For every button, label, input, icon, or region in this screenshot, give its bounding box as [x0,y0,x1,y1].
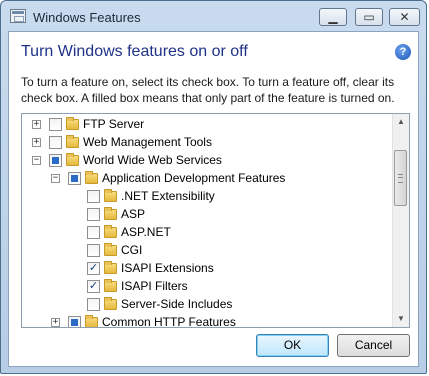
tree-item-label: ASP [121,207,146,221]
tree-item-label: ASP.NET [121,225,171,239]
feature-checkbox[interactable] [87,298,100,311]
ok-button[interactable]: OK [256,334,329,357]
tree-item-label: CGI [121,243,143,257]
help-icon[interactable]: ? [395,44,411,60]
grip-icon [398,174,403,183]
folder-icon [85,171,98,184]
folder-icon [66,135,79,148]
scroll-thumb[interactable] [394,150,407,206]
feature-checkbox[interactable] [87,244,100,257]
folder-icon [66,153,79,166]
collapse-icon[interactable]: − [51,174,60,183]
close-button[interactable]: ✕ [389,8,420,26]
expand-icon[interactable]: + [32,120,41,129]
expand-icon[interactable]: + [51,318,60,327]
scroll-down-arrow-icon[interactable]: ▼ [393,311,409,327]
folder-icon [104,189,117,202]
folder-icon [104,279,117,292]
folder-icon [104,297,117,310]
folder-icon [104,243,117,256]
title-bar[interactable]: Windows Features ▁ ▭ ✕ [1,1,426,31]
feature-checkbox[interactable] [87,208,100,221]
tree-item-label: ISAPI Extensions [121,261,214,275]
folder-icon [104,261,117,274]
feature-checkbox[interactable]: ✓ [87,280,100,293]
windows-features-icon [10,9,26,23]
feature-checkbox[interactable] [49,136,62,149]
expand-icon[interactable]: + [32,138,41,147]
feature-checkbox[interactable] [87,226,100,239]
tree-item-label: .NET Extensibility [121,189,215,203]
tree-item-label: Web Management Tools [83,135,212,149]
collapse-icon[interactable]: − [32,156,41,165]
windows-features-dialog: Windows Features ▁ ▭ ✕ Turn Windows feat… [0,0,427,374]
feature-checkbox[interactable] [87,190,100,203]
feature-checkbox[interactable]: ✓ [87,262,100,275]
scroll-up-arrow-icon[interactable]: ▲ [393,114,409,130]
feature-checkbox[interactable] [49,118,62,131]
feature-checkbox[interactable] [68,172,81,185]
tree-item-label: Application Development Features [102,171,286,185]
tree-item-label: World Wide Web Services [83,153,222,167]
dialog-body: Turn Windows features on or off ? To tur… [8,31,419,367]
tree-item-label: Common HTTP Features [102,315,236,328]
folder-icon [104,207,117,220]
feature-checkbox[interactable] [49,154,62,167]
maximize-button[interactable]: ▭ [355,8,383,26]
tree-item-label: Server-Side Includes [121,297,233,311]
tree-item-label: ISAPI Filters [121,279,188,293]
folder-icon [104,225,117,238]
folder-icon [66,117,79,130]
minimize-button[interactable]: ▁ [319,8,347,26]
folder-icon [85,315,98,327]
tree-item-label: FTP Server [83,117,145,131]
instructions-text: To turn a feature on, select its check b… [21,75,395,105]
cancel-button[interactable]: Cancel [337,334,410,357]
features-tree[interactable]: + Common HTTP Features Server-Side Include… [21,113,410,328]
window-title: Windows Features [33,10,141,25]
feature-checkbox[interactable] [68,316,81,327]
tree-scrollbar[interactable]: ▲ ▼ [392,114,409,327]
page-title: Turn Windows features on or off [21,43,248,60]
